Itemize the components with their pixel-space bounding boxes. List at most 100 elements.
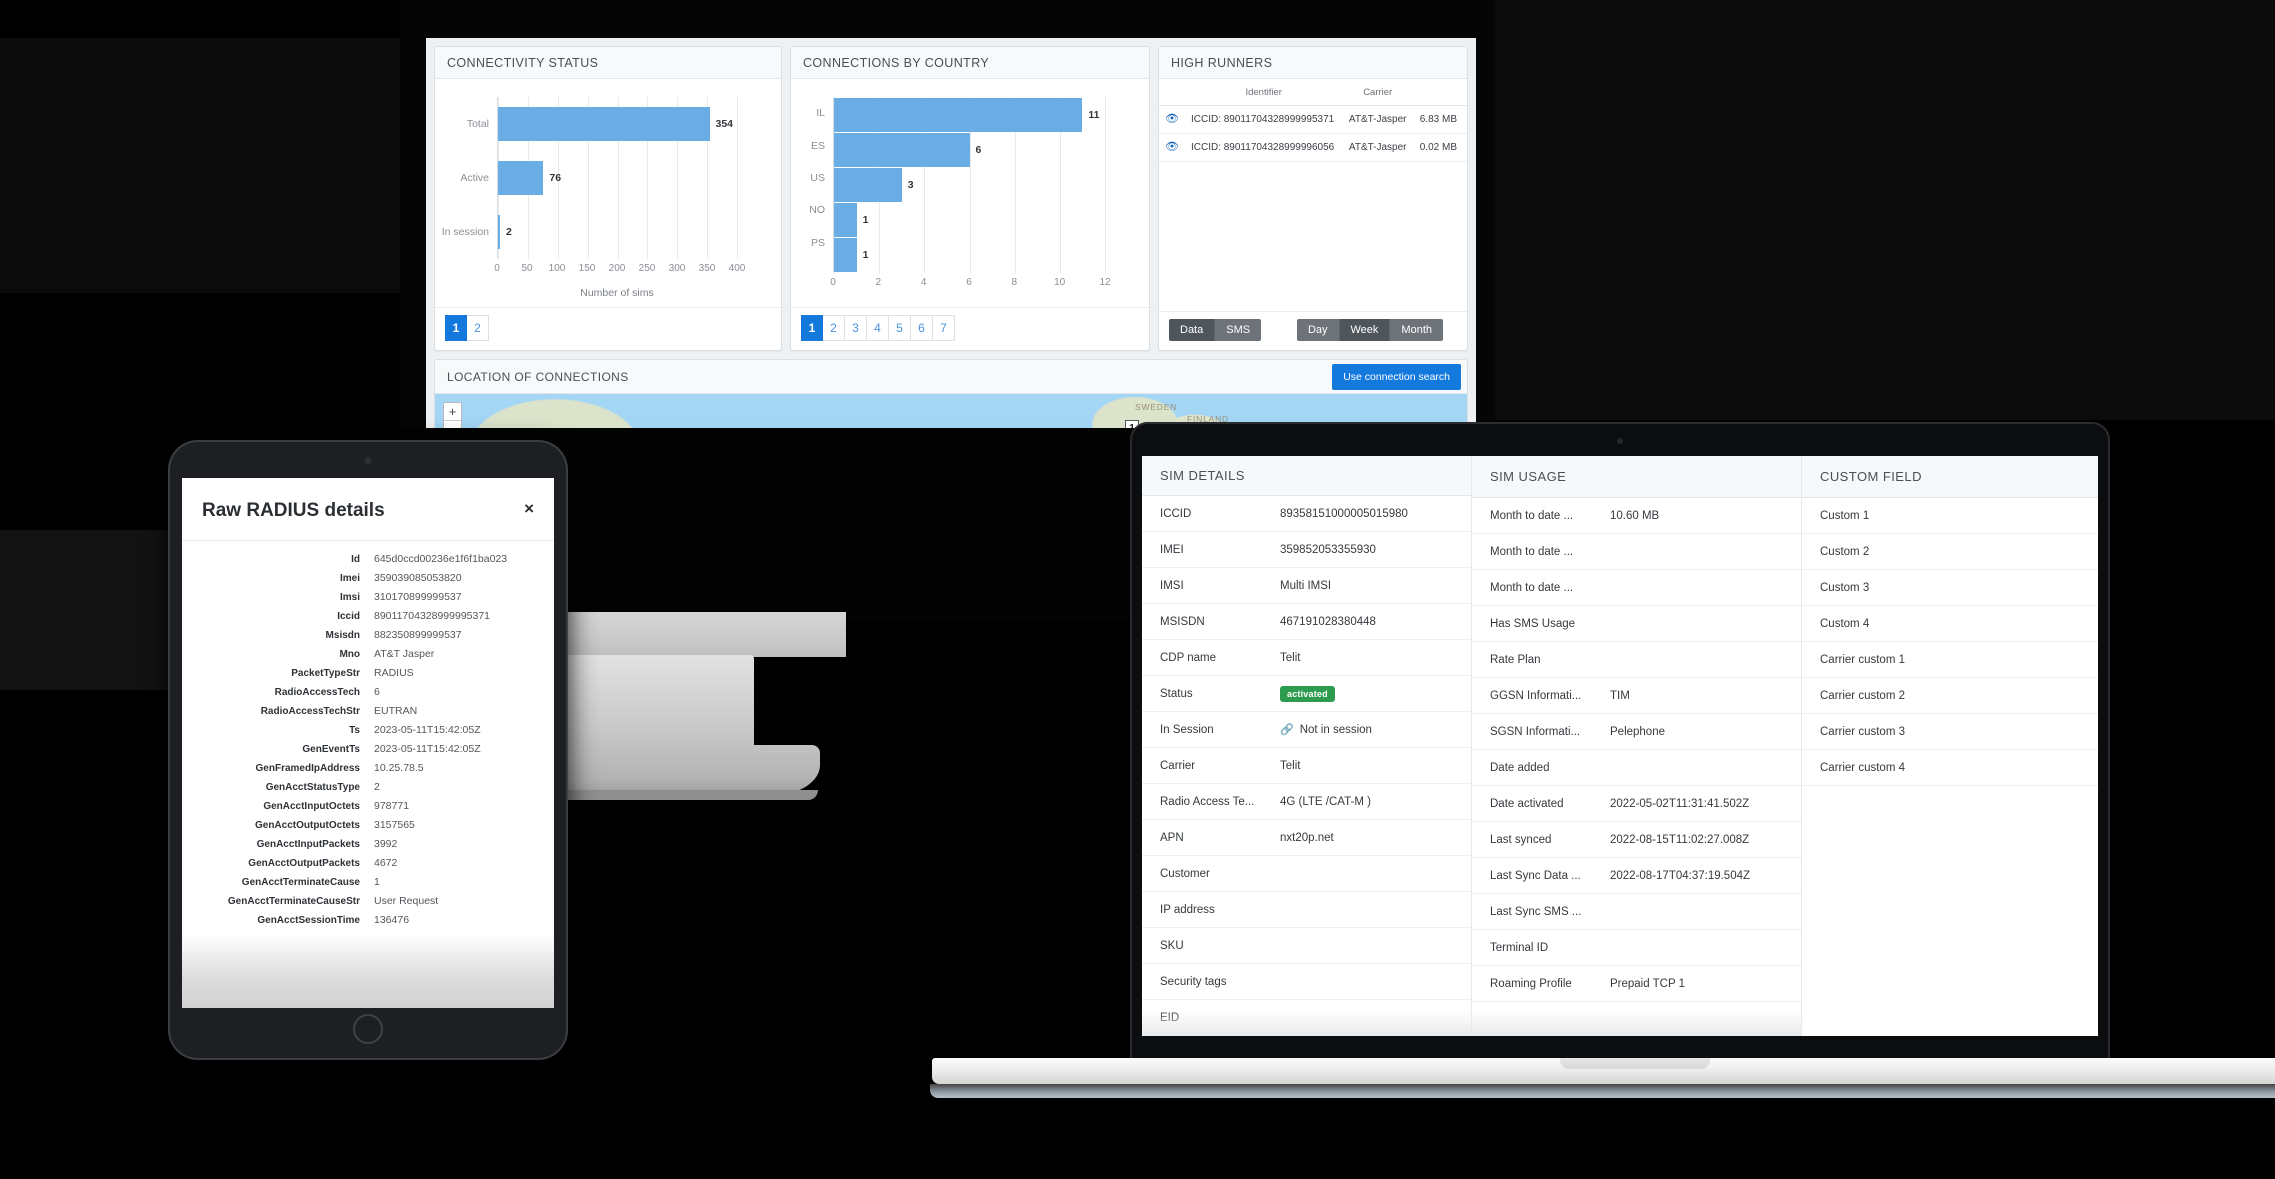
eye-icon[interactable]: 👁 — [1159, 133, 1185, 162]
laptop-base-notch — [1560, 1058, 1710, 1069]
chart-x-tick-label: 250 — [638, 263, 656, 274]
toggle-month[interactable]: Month — [1390, 319, 1443, 341]
pager-page-2[interactable]: 2 — [823, 315, 845, 341]
chart-x-tick-label: 0 — [494, 263, 500, 274]
sim-field-text: 359852053355930 — [1280, 543, 1376, 556]
chart-bar-row[interactable]: 11 — [834, 97, 1105, 132]
radius-field-row: GenFramedIpAddress 10.25.78.5 — [182, 762, 540, 776]
sim-field-value: 2022-08-15T11:02:27.008Z — [1610, 834, 1749, 846]
sim-field-row: Month to date ... 10.60 MB — [1472, 498, 1801, 534]
chart-x-tick-label: 2 — [875, 277, 882, 288]
country-pager[interactable]: 1234567 — [801, 315, 955, 341]
cell-carrier: AT&T-Jasper — [1342, 133, 1413, 162]
chart-category-label: Total — [466, 118, 489, 130]
country-chart-body: IL ES US NO PS 11 6 3 1 1 0 2 4 6 8 10 12 — [791, 79, 1149, 307]
sim-field-text: Pelephone — [1610, 725, 1665, 738]
sim-field-value: Multi IMSI — [1280, 580, 1331, 592]
sim-field-text: 2022-08-17T04:37:19.504Z — [1610, 869, 1751, 882]
chart-bar[interactable] — [834, 203, 857, 238]
sim-field-key: Terminal ID — [1490, 941, 1549, 954]
radius-field-key: Imei — [339, 573, 360, 584]
chart-bar[interactable] — [498, 215, 500, 249]
sim-field-key: Month to date ... — [1490, 545, 1574, 558]
table-row[interactable]: 👁 ICCID: 89011704328999996056 AT&T-Jasper 0… — [1159, 133, 1467, 162]
sim-field-row: Last synced 2022-08-15T11:02:27.008Z — [1472, 822, 1801, 858]
sim-field-key: Security tags — [1160, 975, 1227, 988]
sim-field-row: In Session 🔗 Not in session — [1142, 712, 1471, 748]
sim-field-key: Month to date ... — [1490, 509, 1574, 522]
chart-bar-row[interactable]: 2 — [498, 215, 737, 249]
radius-field-value: 6 — [374, 686, 380, 698]
table-row[interactable]: 👁 ICCID: 89011704328999995371 AT&T-Jasper 6… — [1159, 105, 1467, 134]
radius-field-key: GenAcctInputPackets — [256, 839, 360, 850]
radius-field-value: EUTRAN — [374, 705, 418, 717]
sim-field-text: Multi IMSI — [1280, 579, 1332, 592]
connectivity-pager[interactable]: 12 — [445, 315, 489, 341]
chart-bar[interactable] — [498, 161, 544, 195]
sim-details-title: SIM DETAILS — [1160, 468, 1245, 483]
sim-field-key: Custom 3 — [1820, 581, 1870, 594]
radius-field-value: User Request — [374, 895, 439, 907]
pager-page-3[interactable]: 3 — [845, 315, 867, 341]
laptop-device: SIM DETAILS ICCID 89358151000005015980 IME… — [930, 422, 2275, 1098]
bg-block-right — [1495, 0, 2275, 420]
eye-icon[interactable]: 👁 — [1159, 105, 1185, 134]
chart-bar[interactable] — [834, 132, 970, 167]
chart-gridline — [1105, 97, 1106, 273]
chart-bar-row[interactable]: 354 — [498, 107, 737, 141]
usage-type-toggle[interactable]: Data SMS — [1169, 319, 1262, 341]
chart-x-tick-label: 400 — [728, 263, 746, 274]
radius-field-value: 4672 — [374, 857, 398, 869]
sim-field-key: Last Sync Data ... — [1490, 869, 1581, 882]
radius-field-key: GenAcctTerminateCause — [241, 877, 360, 888]
tablet-home-button[interactable] — [353, 1014, 383, 1044]
chart-x-ticks: 0 50 100 150 200 250 300 350 400 — [494, 263, 745, 277]
radius-field-value: 645d0ccd00236e1f6f1ba023 — [374, 553, 508, 565]
toggle-sms[interactable]: SMS — [1215, 319, 1262, 341]
col-icon — [1159, 79, 1185, 106]
pager-page-4[interactable]: 4 — [867, 315, 889, 341]
chart-bar[interactable] — [498, 107, 710, 141]
map-zoom-in-icon[interactable]: + — [444, 403, 461, 421]
chart-bar[interactable] — [834, 97, 1083, 132]
map-zoom-out-icon[interactable]: − — [444, 421, 461, 428]
pager-page-2[interactable]: 2 — [467, 315, 489, 341]
pager-page-6[interactable]: 6 — [911, 315, 933, 341]
toggle-data[interactable]: Data — [1169, 319, 1216, 341]
toggle-week[interactable]: Week — [1339, 319, 1391, 341]
toggle-day[interactable]: Day — [1296, 319, 1340, 341]
sim-field-key: Carrier custom 1 — [1820, 653, 1905, 666]
sim-details-panel: SIM DETAILS ICCID 89358151000005015980 IME… — [1142, 456, 1472, 1036]
sim-field-row: CDP name Telit — [1142, 640, 1471, 676]
chart-category-label: NO — [809, 204, 825, 217]
radius-field-key: GenAcctTerminateCauseStr — [227, 896, 360, 907]
period-toggle[interactable]: Day Week Month — [1296, 319, 1443, 341]
pager-page-1[interactable]: 1 — [801, 315, 823, 341]
map-zoom-controls[interactable]: + − — [443, 402, 462, 428]
pager-page-1[interactable]: 1 — [445, 315, 467, 341]
use-connection-search-button[interactable]: Use connection search — [1332, 363, 1461, 390]
chart-bar-row[interactable]: 6 — [834, 132, 1105, 167]
chart-x-tick-label: 350 — [698, 263, 716, 274]
sim-field-key: Custom 4 — [1820, 617, 1870, 630]
pager-page-7[interactable]: 7 — [933, 315, 955, 341]
connectivity-bar-chart: Total Active In session 354 76 2 0 50 100 150 20… — [435, 79, 781, 307]
chart-bars: 354 76 2 — [498, 97, 737, 259]
chart-bar-row[interactable]: 3 — [834, 167, 1105, 202]
chart-bar[interactable] — [834, 167, 902, 202]
sim-field-row: Terminal ID — [1472, 930, 1801, 966]
chart-bar-row[interactable]: 76 — [498, 161, 737, 195]
custom-field-header: CUSTOM FIELD — [1802, 456, 2098, 498]
close-icon[interactable]: × — [524, 500, 534, 517]
chart-bar-value: 3 — [907, 178, 914, 191]
chart-bar[interactable] — [834, 238, 857, 273]
sim-field-key: Rate Plan — [1490, 653, 1541, 666]
pager-page-5[interactable]: 5 — [889, 315, 911, 341]
radius-field-key: GenAcctInputOctets — [263, 801, 360, 812]
sim-field-key: Custom 2 — [1820, 545, 1870, 558]
radius-field-key: PacketTypeStr — [291, 668, 360, 679]
chart-bar-row[interactable]: 1 — [834, 203, 1105, 238]
sim-field-value: 89358151000005015980 — [1280, 508, 1408, 520]
sim-field-key: Radio Access Te... — [1160, 795, 1255, 808]
chart-bar-row[interactable]: 1 — [834, 238, 1105, 273]
